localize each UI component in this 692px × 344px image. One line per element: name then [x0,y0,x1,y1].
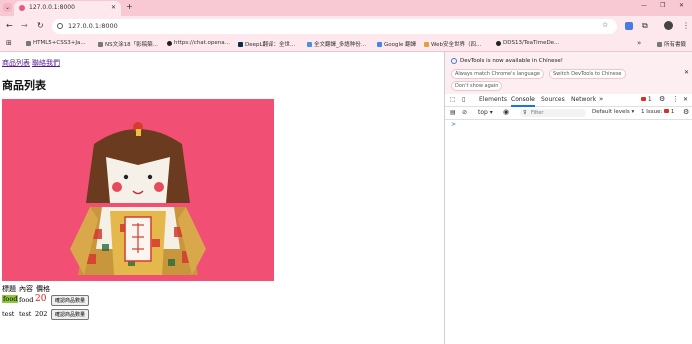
site-info-icon[interactable] [57,23,63,29]
product-image [2,99,274,281]
cell-title: food [2,295,19,303]
github-icon [496,40,501,46]
bookmark-item[interactable]: https://chat.opena... [167,40,230,46]
tab-close-icon[interactable]: ✕ [111,4,116,11]
close-devtools-icon[interactable]: ✕ [683,96,688,103]
browser-tab[interactable]: 127.0.0.1:8000 ✕ [14,1,121,16]
cell-content: food [19,296,34,304]
favicon-icon [19,5,25,11]
bookmark-item[interactable]: Web安全世界（四... [424,40,481,48]
dont-show-again-button[interactable]: Don't show again [451,81,503,91]
console-prompt[interactable]: > [451,121,456,128]
more-tabs-icon[interactable]: » [599,95,603,103]
folder-icon [657,41,662,47]
table-header-row: 標題 內容 價格 [2,284,50,294]
bookmark-item[interactable]: Google 翻譯 [377,40,416,48]
log-levels-dropdown[interactable]: Default levels ▾ [592,109,634,115]
google-translate-icon [377,41,382,47]
info-icon [451,58,457,64]
tab-elements[interactable]: Elements [479,96,507,103]
issue-icon [664,109,670,113]
menu-icon[interactable]: ⋮ [682,21,690,30]
reload-icon[interactable]: ↻ [37,21,44,30]
notice-text: DevTools is now available in Chinese! [460,58,563,64]
confirm-quantity-button[interactable]: 確認商品數量 [51,309,90,320]
apps-icon[interactable]: ⊞ [6,39,12,47]
filter-placeholder: Filter [531,110,544,116]
page-content: 商品列表 聯絡我們 商品列表 標題 內容 價格 food food 20 確認商… [0,52,444,344]
bookmark-item[interactable]: NS文涂18「影稿築... [98,40,158,48]
clear-console-icon[interactable]: ⊘ [462,109,467,116]
openai-icon [167,40,172,46]
sidebar-toggle-icon[interactable]: ▤ [450,109,456,116]
cell-title: test [2,310,15,318]
tab-network[interactable]: Network [571,96,596,103]
folder-icon [26,40,31,46]
message-icon [641,97,646,101]
translate-icon[interactable] [625,22,633,30]
back-icon[interactable]: ← [6,21,13,30]
more-bookmarks-icon[interactable]: » [637,39,641,47]
column-header-price: 價格 [36,285,50,293]
switch-to-chinese-button[interactable]: Switch DevTools to Chinese [549,69,626,79]
address-bar[interactable]: 127.0.0.1:8000 ☆ [52,19,617,34]
cell-content: test [19,310,32,318]
close-notice-icon[interactable]: ✕ [684,69,689,76]
forward-icon[interactable]: → [21,21,28,30]
inspect-element-icon[interactable]: ⬚ [450,96,456,103]
nav-link-contact[interactable]: 聯絡我們 [32,58,60,68]
restore-button[interactable]: ❐ [660,2,665,9]
tab-console[interactable]: Console [511,96,535,103]
url-text: 127.0.0.1:8000 [68,22,118,30]
tab-title: 127.0.0.1:8000 [29,4,75,11]
live-expression-eye-icon[interactable]: ◉ [503,108,509,116]
close-window-button[interactable]: ✕ [679,2,684,9]
tab-search-button[interactable]: ⌄ [3,3,12,12]
device-toolbar-icon[interactable]: ▯ [462,96,465,103]
folder-icon [98,41,103,47]
devtools-menu-icon[interactable]: ⋮ [672,95,679,103]
context-selector[interactable]: top ▾ [478,109,493,116]
extensions-icon[interactable]: ⧉ [642,21,648,31]
bookmark-star-icon[interactable]: ☆ [602,21,608,29]
page-title: 商品列表 [2,79,46,92]
nav-link-products[interactable]: 商品列表 [2,58,30,68]
tab-sources[interactable]: Sources [541,96,565,103]
filter-icon: ⊽ [523,110,527,116]
web-icon [424,41,429,47]
cell-price: 202 [35,310,48,318]
translate-doc-icon [307,41,312,47]
bookmark-item[interactable]: DeepL翻译：全世... [238,40,295,48]
issues-counter[interactable]: 1 Issue: 1 [641,109,674,115]
all-bookmarks[interactable]: 所有書籤 [657,40,686,48]
bookmark-item[interactable]: HTML5+CSS3+Ja... [26,40,86,46]
minimize-button[interactable]: — [641,2,647,9]
settings-gear-icon[interactable]: ⚙ [659,95,665,103]
deepl-icon [238,41,243,47]
bookmark-item[interactable]: DDS13/TeaTimeDe... [496,40,559,46]
filter-input[interactable]: ⊽ Filter [520,109,586,117]
confirm-quantity-button[interactable]: 確認商品數量 [51,295,90,306]
message-badge[interactable]: 1 [641,96,652,103]
column-header-content: 內容 [19,285,33,293]
column-header-title: 標題 [2,285,16,293]
profile-avatar[interactable] [664,21,673,30]
bookmark-item[interactable]: 全文翻譯_多語种份... [307,40,366,48]
console-settings-icon[interactable]: ⚙ [683,108,689,116]
cell-price: 20 [35,294,47,304]
devtools-panel: DevTools is now available in Chinese! Al… [444,52,692,344]
always-match-language-button[interactable]: Always match Chrome's language [451,69,544,79]
origami-doll-illustration [70,122,206,275]
new-tab-button[interactable]: + [126,2,133,11]
